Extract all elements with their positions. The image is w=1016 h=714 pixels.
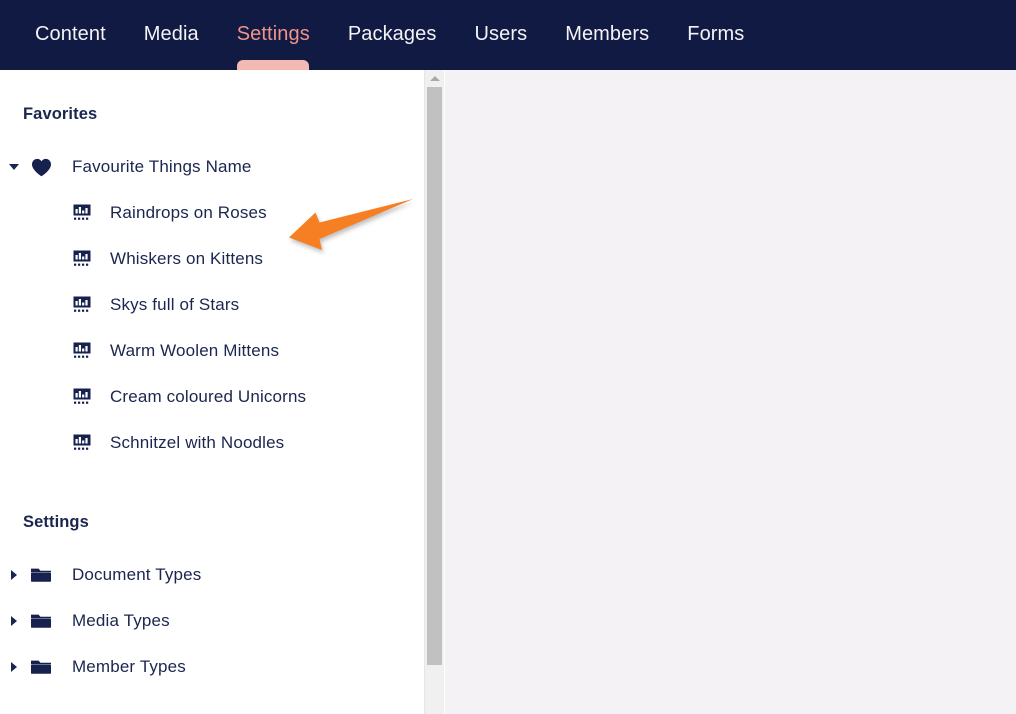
tree-item-label: Member Types	[72, 657, 186, 676]
tree-item-label: Document Types	[72, 565, 202, 584]
caret-right-icon[interactable]	[3, 662, 25, 672]
tree-item-document-types[interactable]: Document Types	[0, 552, 424, 598]
scroll-up-arrow-icon	[429, 75, 440, 81]
tree-item-media-types[interactable]: Media Types	[0, 598, 424, 644]
caret-right-icon[interactable]	[3, 616, 25, 626]
nav-tab-settings[interactable]: Settings	[218, 0, 329, 70]
data-type-icon	[69, 430, 95, 456]
tree-item-label: Warm Woolen Mittens	[110, 341, 280, 360]
tree-item-label: Media Types	[72, 611, 170, 630]
tree-item-member-types[interactable]: Member Types	[0, 644, 424, 690]
nav-tab-label: Users	[474, 23, 528, 45]
data-type-icon	[69, 338, 95, 364]
caret-placeholder	[25, 392, 47, 402]
tree-item-label: Schnitzel with Noodles	[110, 433, 285, 452]
tree-item-cream-coloured-unicorns[interactable]: Cream coloured Unicorns	[0, 374, 424, 420]
nav-tab-forms[interactable]: Forms	[668, 0, 763, 70]
tree-item-whiskers-on-kittens[interactable]: Whiskers on Kittens	[0, 236, 424, 282]
folder-icon	[28, 654, 54, 680]
main-content-area	[445, 70, 1016, 714]
app-body: Favorites Favourite Things Name Raindrop…	[0, 70, 1016, 714]
nav-active-indicator	[237, 60, 310, 70]
data-type-icon	[69, 200, 95, 226]
caret-placeholder	[25, 254, 47, 264]
folder-icon	[28, 608, 54, 634]
tree-item-label: Skys full of Stars	[110, 295, 240, 314]
scrollbar-thumb[interactable]	[427, 87, 442, 665]
data-type-icon	[69, 384, 95, 410]
tree-item-label: Favourite Things Name	[72, 157, 252, 176]
tree-item-schnitzel-with-noodles[interactable]: Schnitzel with Noodles	[0, 420, 424, 466]
caret-right-icon[interactable]	[3, 570, 25, 580]
nav-tab-packages[interactable]: Packages	[329, 0, 456, 70]
caret-placeholder	[25, 208, 47, 218]
data-type-icon	[69, 246, 95, 272]
nav-tab-label: Settings	[236, 23, 310, 45]
nav-tab-content[interactable]: Content	[16, 0, 125, 70]
scrollbar-up-button[interactable]	[425, 70, 444, 86]
data-type-icon	[69, 292, 95, 318]
tree-item-raindrops-on-roses[interactable]: Raindrops on Roses	[0, 190, 424, 236]
favorites-section-heading: Favorites	[23, 105, 98, 123]
settings-tree: Document Types Media Types Member Types	[0, 552, 424, 690]
nav-tab-users[interactable]: Users	[455, 0, 546, 70]
folder-icon	[28, 562, 54, 588]
tree-item-label: Cream coloured Unicorns	[110, 387, 307, 406]
tree-item-label: Whiskers on Kittens	[110, 249, 264, 268]
nav-tab-media[interactable]: Media	[125, 0, 218, 70]
settings-sidebar-tree: Favorites Favourite Things Name Raindrop…	[0, 70, 424, 714]
nav-tab-label: Forms	[687, 23, 745, 45]
caret-down-icon[interactable]	[3, 164, 25, 170]
nav-tab-members[interactable]: Members	[546, 0, 668, 70]
heart-icon	[28, 154, 54, 180]
nav-tab-label: Members	[565, 23, 650, 45]
tree-item-warm-woolen-mittens[interactable]: Warm Woolen Mittens	[0, 328, 424, 374]
caret-placeholder	[25, 438, 47, 448]
nav-tab-label: Media	[143, 23, 199, 45]
sidebar-scrollbar[interactable]	[424, 70, 444, 714]
caret-placeholder	[25, 300, 47, 310]
nav-tab-label: Content	[35, 23, 106, 45]
tree-item-skys-full-of-stars[interactable]: Skys full of Stars	[0, 282, 424, 328]
tree-item-favourite-things-name[interactable]: Favourite Things Name	[0, 144, 424, 190]
top-navigation-bar: Content Media Settings Packages Users Me…	[0, 0, 1016, 70]
caret-placeholder	[25, 346, 47, 356]
settings-section-heading: Settings	[23, 513, 89, 531]
favorites-tree: Favourite Things Name Raindrops on Roses…	[0, 144, 424, 466]
tree-item-label: Raindrops on Roses	[110, 203, 267, 222]
nav-tab-label: Packages	[347, 23, 437, 45]
